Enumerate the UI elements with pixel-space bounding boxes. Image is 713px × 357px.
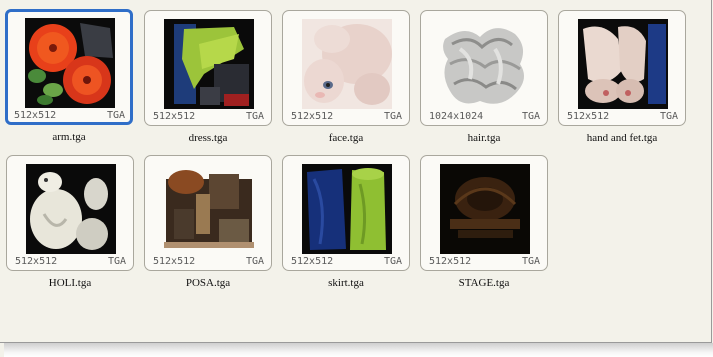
thumbnail-frame[interactable]: 512x512 TGA (420, 155, 548, 271)
file-name[interactable]: dress.tga (134, 132, 282, 144)
face-texture-thumbnail (302, 19, 392, 109)
file-name[interactable]: skirt.tga (272, 277, 420, 289)
image-dimensions: 512x512 (14, 110, 57, 121)
file-name[interactable]: POSA.tga (134, 277, 282, 289)
dress-texture-thumbnail (164, 19, 254, 109)
image-dimensions: 512x512 (153, 111, 196, 122)
window-shadow (4, 343, 713, 357)
file-item-arm[interactable]: 512x512 TGA arm.tga (5, 9, 135, 149)
file-name[interactable]: arm.tga (0, 131, 143, 143)
file-item-skirt[interactable]: 512x512 TGA skirt.tga (282, 155, 412, 295)
arm-texture-thumbnail (25, 18, 115, 108)
thumbnail-frame[interactable]: 1024x1024 TGA (420, 10, 548, 126)
file-item-hair[interactable]: 1024x1024 TGA hair.tga (420, 10, 550, 150)
file-type: TGA (107, 256, 126, 267)
image-dimensions: 512x512 (291, 111, 334, 122)
thumbnail-meta: 512x512 TGA (426, 256, 540, 268)
thumbnail-meta: 1024x1024 TGA (426, 111, 540, 123)
thumbnail-meta: 512x512 TGA (564, 111, 678, 123)
file-name[interactable]: hand and fet.tga (548, 132, 696, 144)
thumbnail-frame[interactable]: 512x512 TGA (282, 10, 410, 126)
file-type: TGA (383, 256, 402, 267)
image-dimensions: 512x512 (291, 256, 334, 267)
holi-texture-thumbnail (26, 164, 116, 254)
thumbnail-frame[interactable]: 512x512 TGA (282, 155, 410, 271)
thumbnail-meta: 512x512 TGA (12, 256, 126, 268)
image-dimensions: 512x512 (153, 256, 196, 267)
file-type: TGA (521, 256, 540, 267)
skirt-texture-thumbnail (302, 164, 392, 254)
file-item-holi[interactable]: 512x512 TGA HOLI.tga (6, 155, 136, 295)
thumbnail-frame[interactable]: 512x512 TGA (144, 10, 272, 126)
thumbnail-frame[interactable]: 512x512 TGA (144, 155, 272, 271)
image-dimensions: 512x512 (567, 111, 610, 122)
file-type: TGA (521, 111, 540, 122)
thumbnail-meta: 512x512 TGA (150, 256, 264, 268)
file-name[interactable]: HOLI.tga (0, 277, 144, 289)
hand-and-feet-texture-thumbnail (578, 19, 668, 109)
file-name[interactable]: hair.tga (410, 132, 558, 144)
thumbnail-frame[interactable]: 512x512 TGA (558, 10, 686, 126)
thumbnail-frame[interactable]: 512x512 TGA (5, 9, 133, 125)
thumbnail-meta: 512x512 TGA (288, 111, 402, 123)
image-dimensions: 1024x1024 (429, 111, 484, 122)
image-dimensions: 512x512 (15, 256, 58, 267)
file-name[interactable]: face.tga (272, 132, 420, 144)
stage-texture-thumbnail (440, 164, 530, 254)
file-type: TGA (106, 110, 125, 121)
posa-texture-thumbnail (164, 164, 254, 254)
file-type: TGA (659, 111, 678, 122)
thumbnail-meta: 512x512 TGA (288, 256, 402, 268)
file-type: TGA (245, 256, 264, 267)
file-item-posa[interactable]: 512x512 TGA POSA.tga (144, 155, 274, 295)
file-item-stage[interactable]: 512x512 TGA STAGE.tga (420, 155, 550, 295)
file-item-dress[interactable]: 512x512 TGA dress.tga (144, 10, 274, 150)
thumbnail-grid: 512x512 TGA arm.tga 512x512 TGA dress.tg… (0, 0, 711, 342)
file-name[interactable]: STAGE.tga (410, 277, 558, 289)
file-item-hand-and-feet[interactable]: 512x512 TGA hand and fet.tga (558, 10, 688, 150)
file-item-face[interactable]: 512x512 TGA face.tga (282, 10, 412, 150)
thumbnail-meta: 512x512 TGA (11, 110, 125, 122)
thumbnail-meta: 512x512 TGA (150, 111, 264, 123)
thumbnail-frame[interactable]: 512x512 TGA (6, 155, 134, 271)
file-type: TGA (245, 111, 264, 122)
file-type: TGA (383, 111, 402, 122)
image-dimensions: 512x512 (429, 256, 472, 267)
hair-texture-thumbnail (440, 19, 530, 109)
